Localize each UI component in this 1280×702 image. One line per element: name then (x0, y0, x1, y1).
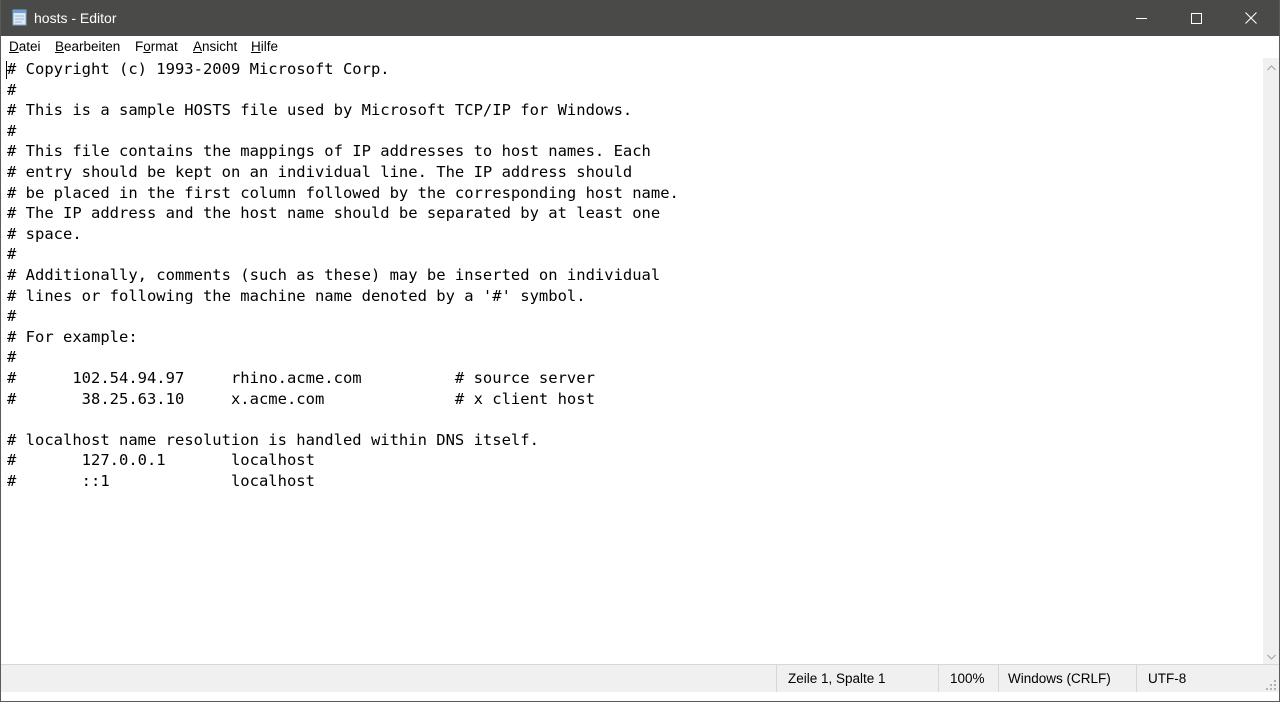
minimize-button[interactable] (1118, 0, 1164, 36)
menu-datei-label: atei (18, 39, 41, 54)
menu-datei[interactable]: Datei (9, 39, 41, 55)
menu-datei-hotkey: D (9, 39, 19, 54)
window-title: hosts - Editor (34, 10, 117, 26)
maximize-button[interactable] (1173, 0, 1219, 36)
scroll-up-button[interactable] (1263, 58, 1279, 75)
minimize-icon (1135, 13, 1147, 24)
status-bar: Zeile 1, Spalte 1 100% Windows (CRLF) UT… (1, 664, 1279, 692)
menu-hilfe-label: ilfe (260, 39, 279, 54)
vertical-scrollbar[interactable] (1263, 58, 1279, 664)
scroll-down-button[interactable] (1263, 647, 1279, 664)
chevron-up-icon (1266, 58, 1276, 76)
menu-bar: Datei Bearbeiten Format Ansicht Hilfe (1, 36, 1279, 58)
menu-format-hotkey: o (143, 39, 151, 54)
menu-ansicht-label: nsicht (202, 39, 238, 54)
text-caret (6, 61, 7, 79)
menu-bearbeiten-hotkey: B (55, 39, 65, 54)
title-bar[interactable]: hosts - Editor (1, 0, 1279, 36)
menu-ansicht[interactable]: Ansicht (193, 39, 237, 55)
resize-grip-icon[interactable] (1265, 678, 1277, 690)
menu-hilfe-hotkey: H (251, 39, 261, 54)
menu-bearbeiten-label: earbeiten (64, 39, 121, 54)
menu-format-label: rmat (150, 39, 178, 54)
status-encoding: UTF-8 (1136, 665, 1279, 692)
chevron-down-icon (1266, 647, 1276, 665)
text-area[interactable]: # Copyright (c) 1993-2009 Microsoft Corp… (1, 58, 1263, 664)
status-line-ending: Windows (CRLF) (998, 665, 1136, 692)
menu-format-first: F (135, 39, 144, 54)
notepad-icon[interactable] (12, 9, 28, 26)
status-zoom: 100% (938, 665, 998, 692)
menu-bearbeiten[interactable]: Bearbeiten (55, 39, 120, 55)
editor-window: hosts - Editor Datei Bearbeiten Format A… (0, 0, 1280, 702)
close-button[interactable] (1228, 0, 1274, 36)
status-cursor-position: Zeile 1, Spalte 1 (776, 665, 938, 692)
maximize-icon (1190, 12, 1202, 24)
menu-ansicht-hotkey: A (193, 39, 203, 54)
menu-hilfe[interactable]: Hilfe (251, 39, 278, 55)
close-icon (1245, 12, 1257, 24)
file-content[interactable]: # Copyright (c) 1993-2009 Microsoft Corp… (7, 59, 679, 491)
menu-format[interactable]: Format (135, 39, 178, 55)
